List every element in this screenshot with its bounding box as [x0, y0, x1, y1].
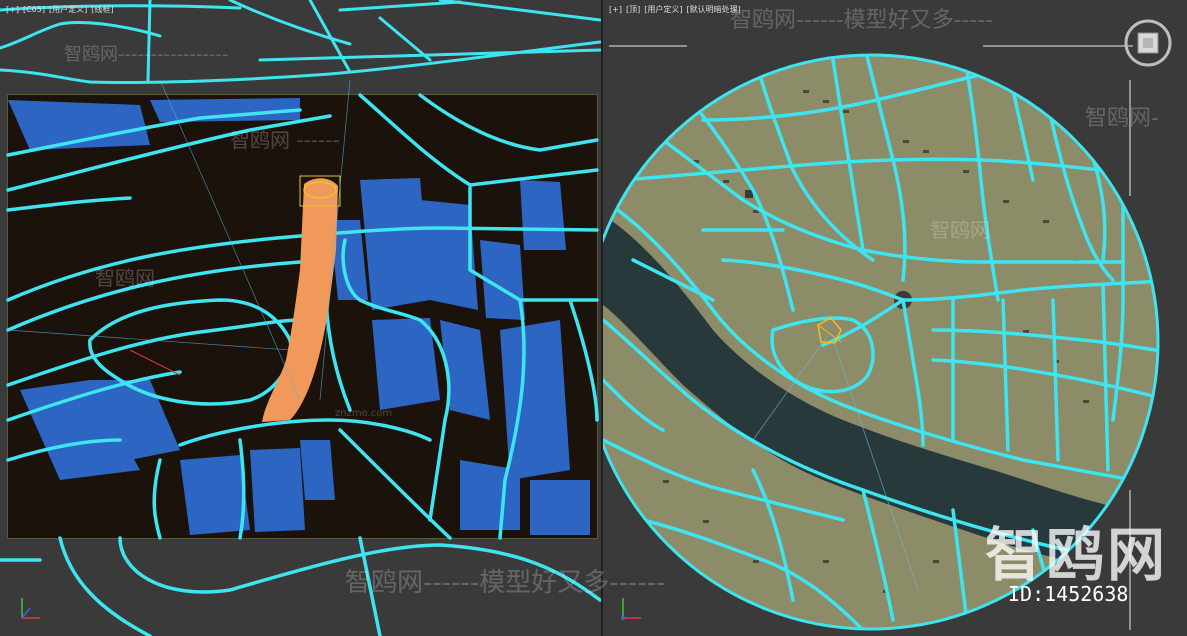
viewport-menu-shading[interactable]: [线框]	[91, 5, 113, 14]
viewport-menu-plus[interactable]: [+]	[6, 5, 19, 14]
viewport-menu-view[interactable]: [顶]	[626, 5, 640, 14]
viewport-label-left: [+] [C05] [用户定义] [线框]	[6, 4, 117, 15]
viewport-label-right: [+] [顶] [用户定义] [默认明暗处理]	[609, 4, 745, 15]
watermark-logo: 智鸥网	[985, 521, 1169, 589]
axis-gizmo-icon	[615, 594, 645, 624]
viewport-menu-shading[interactable]: [默认明暗处理]	[686, 5, 740, 14]
viewcube-icon[interactable]	[1121, 16, 1175, 70]
axis-gizmo-icon	[14, 594, 44, 624]
viewport-menu-camera[interactable]: [C05]	[23, 5, 45, 14]
viewport-menu-view[interactable]: [用户定义]	[49, 5, 87, 14]
viewport-menu-plus[interactable]: [+]	[609, 5, 622, 14]
viewport-menu-user[interactable]: [用户定义]	[644, 5, 682, 14]
perspective-scene	[0, 0, 601, 636]
perspective-viewport[interactable]: [+] [C05] [用户定义] [线框]	[0, 0, 601, 636]
watermark-id: ID:1452638	[1008, 582, 1129, 606]
